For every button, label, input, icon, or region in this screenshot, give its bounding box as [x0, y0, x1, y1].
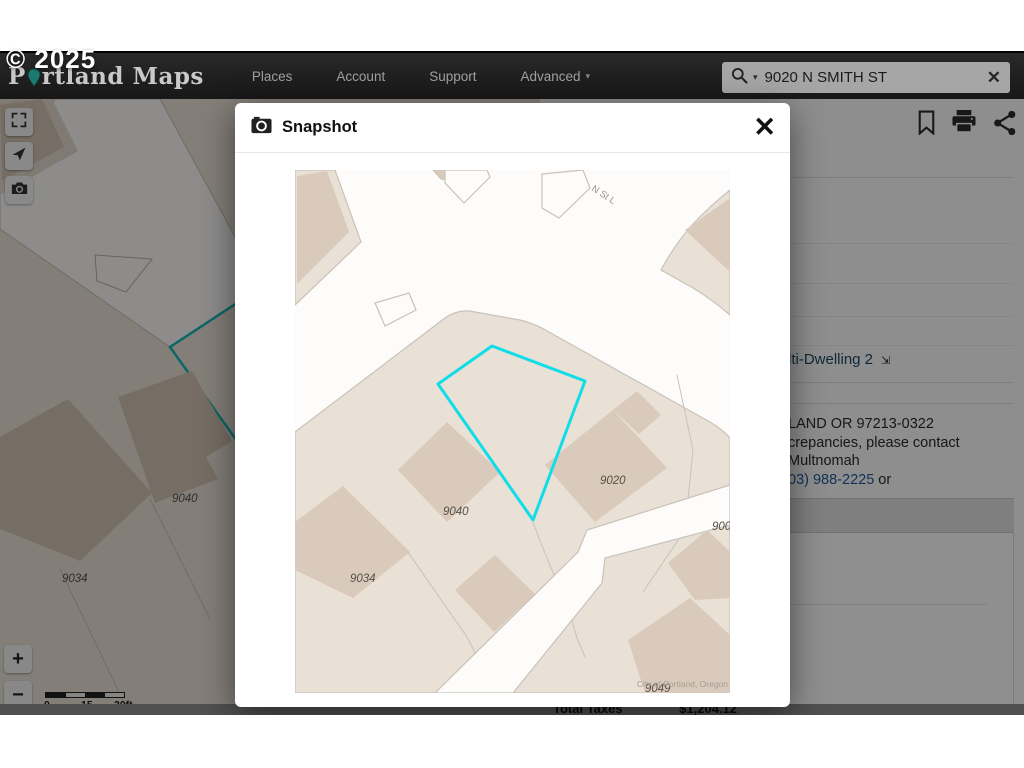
nav-item-places[interactable]: Places — [252, 69, 293, 84]
close-icon[interactable]: ✕ — [753, 111, 776, 143]
nav-item-advanced[interactable]: Advanced ▾ — [521, 69, 591, 84]
clear-search-icon[interactable]: ✕ — [987, 69, 1001, 86]
snapshot-modal-header: Snapshot ✕ — [235, 103, 790, 153]
search-box[interactable]: ▾ ✕ — [722, 62, 1010, 93]
parcel-label: 9008 — [712, 521, 730, 533]
snapshot-modal: Snapshot ✕ — [235, 103, 790, 707]
search-input[interactable] — [765, 69, 987, 86]
camera-icon — [251, 116, 272, 139]
top-margin — [0, 0, 1024, 51]
snapshot-map-image: N St L 9020 9040 9034 9008 9049 City of … — [295, 170, 730, 693]
nav-menu: Places Account Support Advanced ▾ — [252, 69, 590, 84]
bottom-margin — [0, 715, 1024, 768]
nav-item-support[interactable]: Support — [429, 69, 476, 84]
copyright-watermark: © 2025 — [6, 44, 96, 75]
search-type-caret-icon[interactable]: ▾ — [753, 72, 758, 83]
parcel-label: 9034 — [350, 573, 376, 585]
modal-title: Snapshot — [282, 118, 357, 137]
parcel-label: 9040 — [443, 506, 469, 518]
top-nav-bar: P rtland Maps Places Account Support Adv… — [0, 51, 1024, 99]
search-icon — [731, 67, 748, 89]
chevron-down-icon: ▾ — [586, 71, 591, 82]
parcel-label: 9020 — [600, 475, 626, 487]
portlandmaps-app: P rtland Maps Places Account Support Adv… — [0, 0, 1024, 768]
map-attribution: City of Portland, Oregon — [637, 679, 728, 689]
nav-item-account[interactable]: Account — [336, 69, 385, 84]
